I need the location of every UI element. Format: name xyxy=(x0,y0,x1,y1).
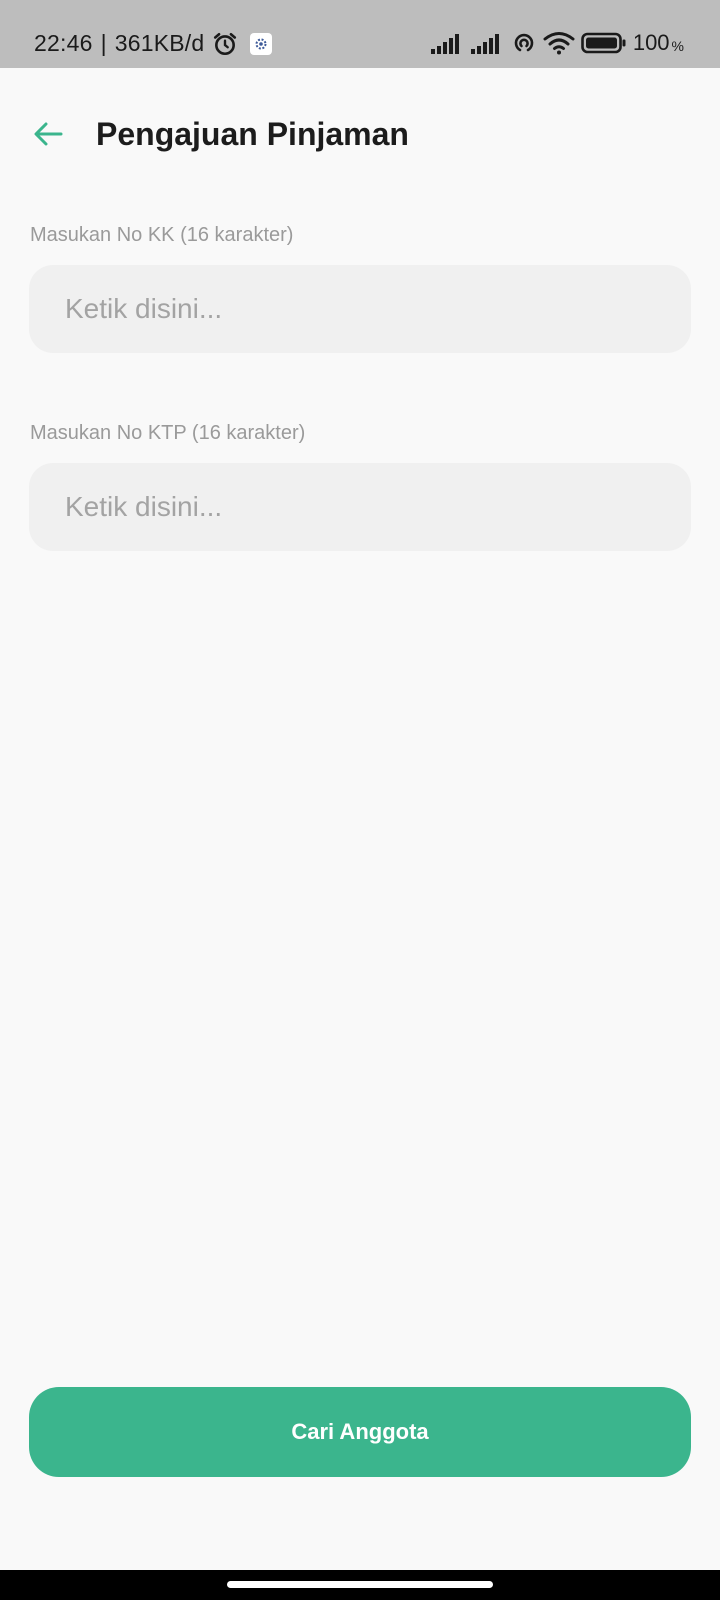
home-indicator[interactable] xyxy=(227,1581,493,1588)
signal-icon xyxy=(430,34,459,54)
navigation-bar xyxy=(0,1570,720,1600)
ktp-number-input[interactable] xyxy=(29,463,691,551)
search-member-button[interactable]: Cari Anggota xyxy=(29,1387,691,1477)
app-header: Pengajuan Pinjaman xyxy=(0,68,720,208)
kk-field-label: Masukan No KK (16 karakter) xyxy=(30,224,294,246)
screen: 22:46 | 361KB/d 100 % Pengajuan Pinjaman… xyxy=(0,0,720,1600)
back-button[interactable] xyxy=(26,112,70,156)
battery-level: 100 xyxy=(632,30,670,55)
arrow-left-icon xyxy=(34,122,63,146)
wifi-icon xyxy=(543,32,575,55)
alarm-icon xyxy=(214,32,237,55)
hotspot-icon xyxy=(514,33,534,52)
status-separator: | xyxy=(100,30,107,56)
signal-icon xyxy=(470,34,499,54)
ktp-field-label: Masukan No KTP (16 karakter) xyxy=(30,422,306,444)
battery-unit: % xyxy=(671,38,684,54)
status-data-rate: 361KB/d xyxy=(114,30,205,56)
app-notification-icon xyxy=(250,32,273,55)
page-title: Pengajuan Pinjaman xyxy=(96,116,409,152)
status-time: 22:46 xyxy=(34,30,93,56)
status-bar: 22:46 | 361KB/d 100 % xyxy=(0,0,720,68)
status-left: 22:46 | 361KB/d xyxy=(34,30,273,57)
kk-number-input[interactable] xyxy=(29,265,691,353)
status-right: 100 % xyxy=(430,30,684,56)
battery-icon xyxy=(581,32,626,54)
